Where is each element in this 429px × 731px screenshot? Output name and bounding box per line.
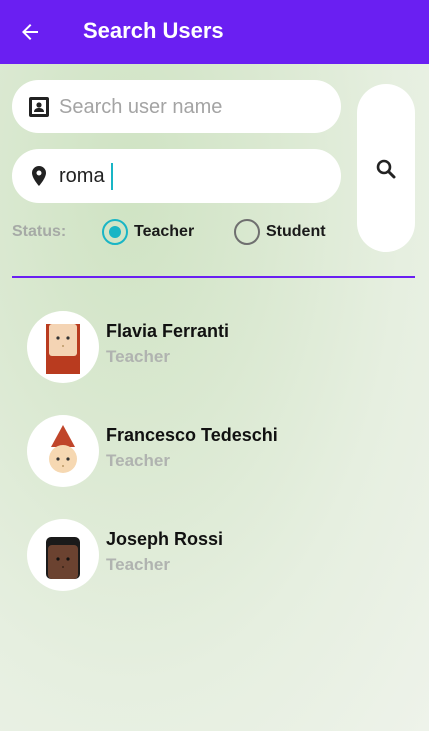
city-search-field[interactable] xyxy=(12,149,341,203)
arrow-left-icon[interactable] xyxy=(18,20,42,44)
name-search-field[interactable] xyxy=(12,80,341,133)
avatar xyxy=(27,415,99,487)
search-name-input[interactable] xyxy=(59,88,329,126)
user-role: Teacher xyxy=(106,451,170,470)
avatar xyxy=(27,311,99,383)
user-list-item[interactable]: Francesco Tedeschi Teacher xyxy=(27,415,407,489)
search-button[interactable] xyxy=(357,84,415,252)
status-label: Status: xyxy=(12,223,67,240)
user-role: Teacher xyxy=(106,555,170,574)
city-input[interactable] xyxy=(59,157,329,195)
radio-unselected-icon[interactable] xyxy=(234,219,260,245)
user-list-item[interactable]: Flavia Ferranti Teacher xyxy=(27,311,407,385)
radio-label-teacher: Teacher xyxy=(134,223,195,240)
location-pin-icon xyxy=(27,164,51,188)
page-title: Search Users xyxy=(83,18,224,43)
text-cursor xyxy=(111,163,113,190)
search-icon xyxy=(376,159,396,179)
divider xyxy=(12,276,415,278)
user-name: Francesco Tedeschi xyxy=(106,425,278,445)
user-name: Flavia Ferranti xyxy=(106,321,230,341)
user-role: Teacher xyxy=(106,347,170,366)
radio-selected-icon[interactable] xyxy=(102,219,128,245)
status-radio-student[interactable]: Student xyxy=(234,219,326,245)
user-name: Joseph Rossi xyxy=(106,529,224,549)
user-list-item[interactable]: Joseph Rossi Teacher xyxy=(27,519,407,593)
radio-label-student: Student xyxy=(266,223,326,240)
app-bar: Search Users xyxy=(0,0,429,64)
avatar xyxy=(27,519,99,591)
contact-card-icon xyxy=(27,95,51,119)
status-radio-teacher[interactable]: Teacher xyxy=(102,219,194,245)
